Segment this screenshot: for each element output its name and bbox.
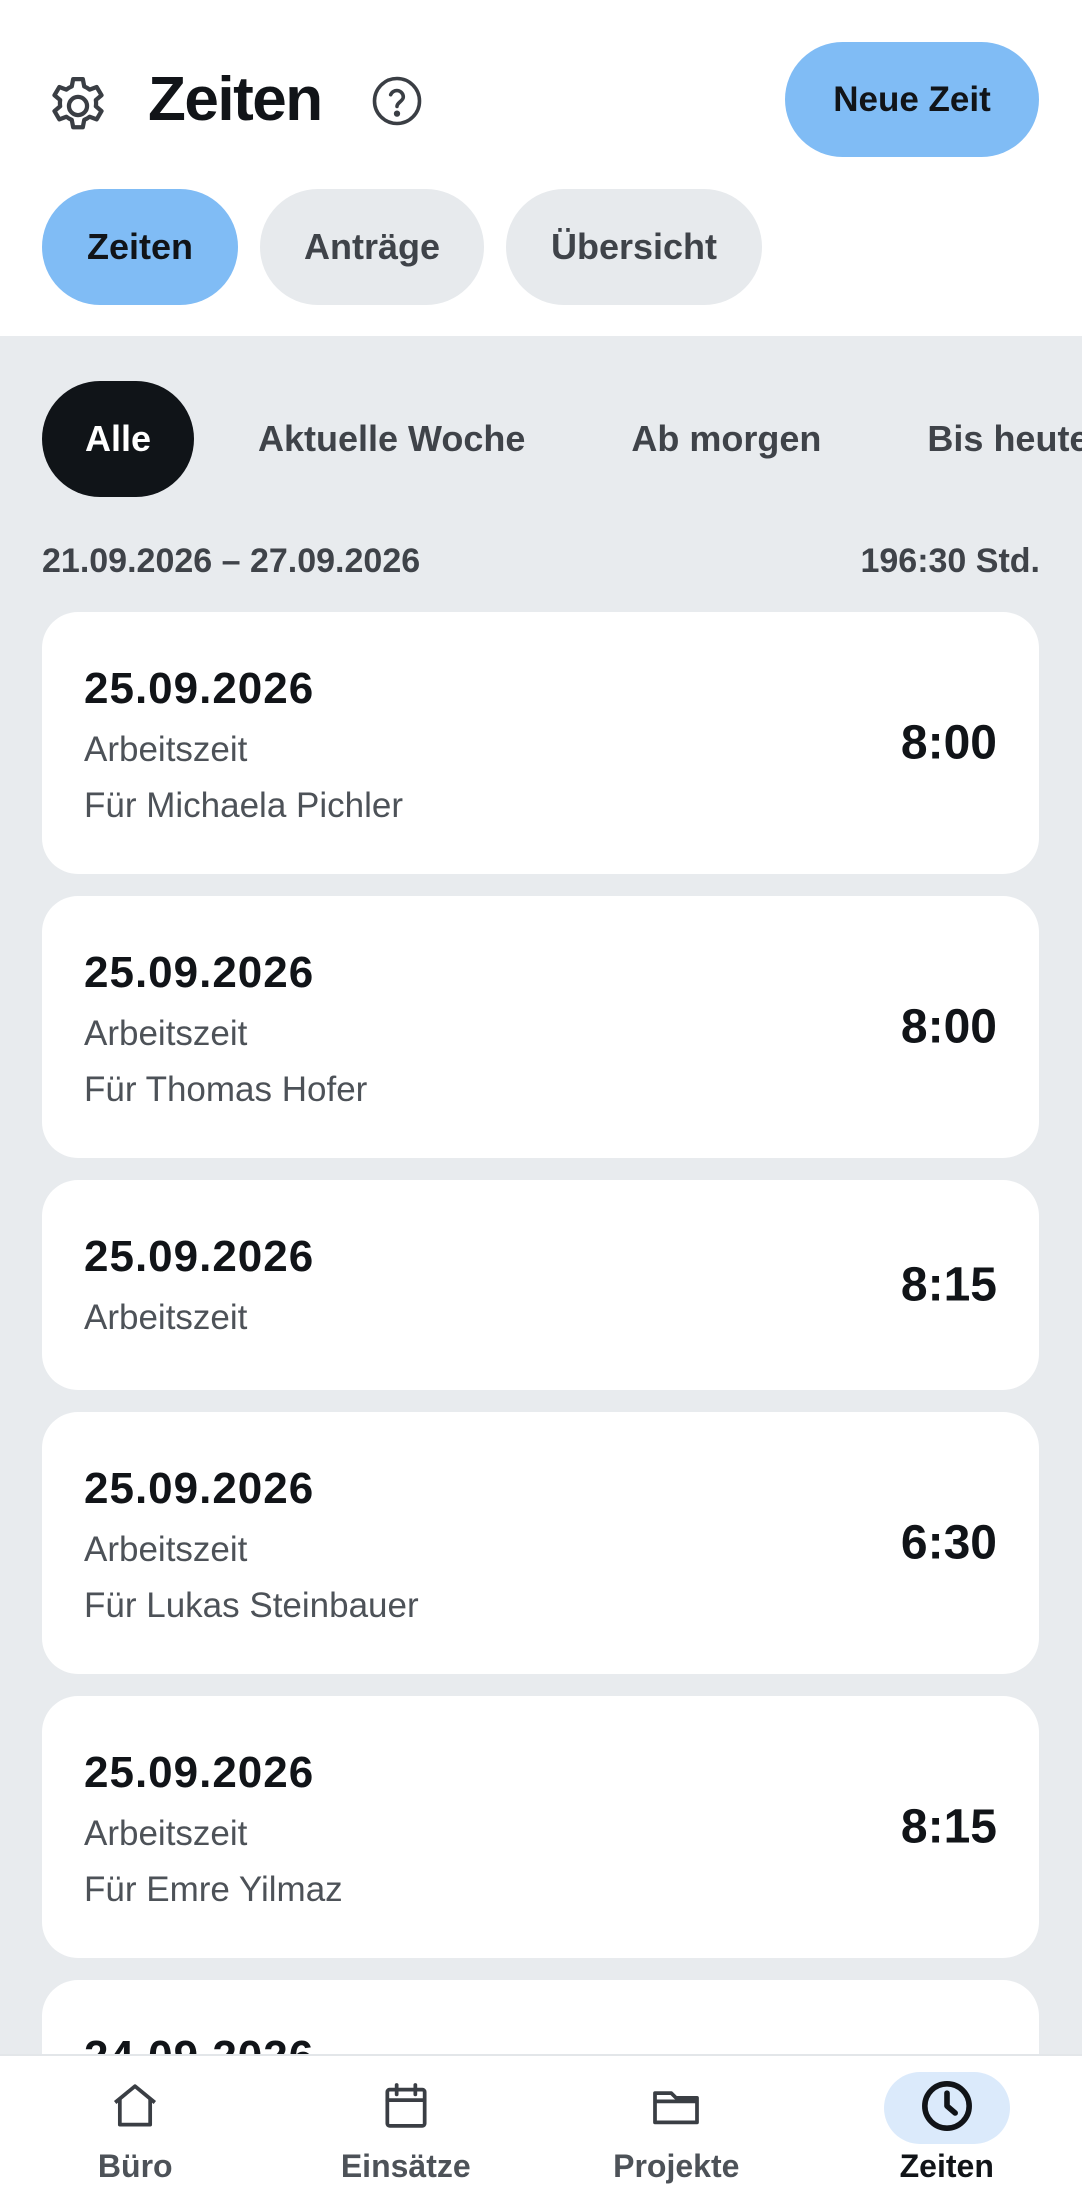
filter-current-week[interactable]: Aktuelle Woche — [258, 418, 525, 460]
date-range: 21.09.2026 – 27.09.2026 — [42, 542, 421, 580]
list-item[interactable]: 25.09.2026 Arbeitszeit Für Thomas Hofer … — [42, 896, 1039, 1158]
filter-bar: Alle Aktuelle Woche Ab morgen Bis heute — [42, 381, 1082, 497]
header: Zeiten Neue Zeit Zeiten Anträge Übersich… — [0, 0, 1082, 336]
nav-item-buero[interactable]: Büro — [0, 2056, 271, 2202]
filter-all[interactable]: Alle — [42, 381, 194, 497]
content-area: Alle Aktuelle Woche Ab morgen Bis heute … — [0, 336, 1082, 2056]
nav-label: Einsätze — [340, 2148, 471, 2184]
entry-type: Arbeitszeit — [84, 730, 248, 769]
list-item[interactable]: 25.09.2026 Arbeitszeit Für Michaela Pich… — [42, 612, 1039, 874]
entry-duration: 8:00 — [900, 716, 997, 770]
filter-from-tomorrow[interactable]: Ab morgen — [631, 418, 821, 460]
bottom-nav: Büro Einsätze Projekte Zeiten — [0, 2054, 1082, 2202]
calendar-icon — [378, 2078, 434, 2139]
time-entry-list: 25.09.2026 Arbeitszeit Für Michaela Pich… — [42, 612, 1039, 2056]
nav-item-projekte[interactable]: Projekte — [541, 2056, 812, 2202]
tab-uebersicht[interactable]: Übersicht — [506, 189, 762, 305]
gear-icon[interactable] — [44, 72, 112, 140]
entry-duration: 6:30 — [900, 1516, 997, 1570]
entry-person: Für Thomas Hofer — [84, 1070, 368, 1109]
list-item[interactable]: 24.09.2026 — [42, 1980, 1039, 2056]
tab-bar: Zeiten Anträge Übersicht — [42, 189, 762, 305]
entry-date: 25.09.2026 — [84, 664, 315, 713]
entry-duration: 8:15 — [900, 1800, 997, 1854]
entry-type: Arbeitszeit — [84, 1814, 248, 1853]
range-summary: 21.09.2026 – 27.09.2026 196:30 Std. — [42, 542, 1040, 581]
entry-type: Arbeitszeit — [84, 1298, 248, 1337]
entry-duration: 8:00 — [900, 1000, 997, 1054]
entry-type: Arbeitszeit — [84, 1014, 248, 1053]
entry-duration: 8:15 — [900, 1258, 997, 1312]
home-icon — [107, 2078, 163, 2139]
entry-date: 25.09.2026 — [84, 948, 315, 997]
tab-antraege[interactable]: Anträge — [260, 189, 484, 305]
entry-date: 25.09.2026 — [84, 1748, 315, 1797]
entry-date: 25.09.2026 — [84, 1232, 315, 1281]
nav-label: Projekte — [613, 2148, 740, 2184]
entry-person: Für Emre Yilmaz — [84, 1870, 343, 1909]
entry-type: Arbeitszeit — [84, 1530, 248, 1569]
nav-item-einsaetze[interactable]: Einsätze — [271, 2056, 542, 2202]
folder-icon — [648, 2078, 704, 2139]
nav-label: Zeiten — [899, 2148, 994, 2184]
nav-item-zeiten[interactable]: Zeiten — [812, 2056, 1082, 2202]
page-title: Zeiten — [148, 65, 323, 134]
filter-until-today[interactable]: Bis heute — [927, 418, 1082, 460]
entry-date: 25.09.2026 — [84, 1464, 315, 1513]
help-circle-icon[interactable] — [370, 74, 424, 128]
entry-person: Für Michaela Pichler — [84, 786, 403, 825]
list-item[interactable]: 25.09.2026 Arbeitszeit Für Lukas Steinba… — [42, 1412, 1039, 1674]
clock-icon — [919, 2078, 975, 2139]
new-time-button[interactable]: Neue Zeit — [785, 42, 1039, 157]
tab-zeiten[interactable]: Zeiten — [42, 189, 238, 305]
nav-label: Büro — [97, 2148, 173, 2184]
entry-person: Für Lukas Steinbauer — [84, 1586, 419, 1625]
total-hours: 196:30 Std. — [860, 542, 1040, 580]
list-item[interactable]: 25.09.2026 Arbeitszeit 8:15 — [42, 1180, 1039, 1390]
times-screen: Zeiten Neue Zeit Zeiten Anträge Übersich… — [0, 0, 1082, 2202]
list-item[interactable]: 25.09.2026 Arbeitszeit Für Emre Yilmaz 8… — [42, 1696, 1039, 1958]
entry-date: 24.09.2026 — [84, 2032, 997, 2056]
